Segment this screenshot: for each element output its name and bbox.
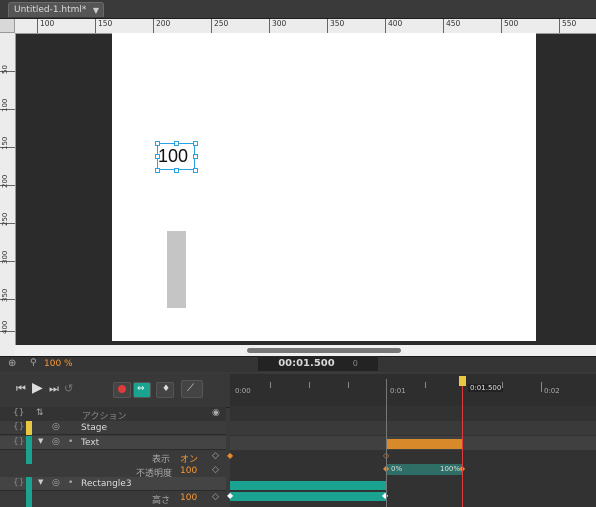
ruler-label: 100: [1, 98, 9, 112]
sort-icon[interactable]: ⇅: [36, 408, 44, 418]
ruler-horizontal: 100 150 200 250 300 350 400 450 500 550: [15, 19, 596, 34]
ruler-corner: [0, 19, 15, 33]
ruler-label: 300: [269, 19, 286, 33]
keyframe-toggle-icon[interactable]: ◇: [212, 465, 219, 475]
resize-handle[interactable]: [155, 168, 160, 173]
property-value[interactable]: 100: [180, 466, 197, 476]
auto-transition-button[interactable]: ⇔: [133, 382, 151, 398]
text-animation-bar[interactable]: [386, 439, 463, 449]
resize-handle[interactable]: [174, 168, 179, 173]
ruler-label: 250: [211, 19, 228, 33]
property-row-visibility[interactable]: 表示 オン ◇: [26, 450, 226, 478]
playhead-line[interactable]: [462, 378, 463, 507]
opacity-start-label: 0%: [391, 465, 403, 473]
go-to-end-icon[interactable]: ⏭: [49, 382, 59, 396]
layer-name: Text: [81, 438, 100, 448]
go-to-start-icon[interactable]: ⏮: [16, 382, 26, 396]
document-tab-title: Untitled-1.html*: [14, 5, 87, 15]
layer-name: Stage: [81, 423, 108, 433]
height-transition-bar[interactable]: [230, 492, 386, 501]
loop-icon[interactable]: ↺: [64, 382, 73, 395]
braces-icon[interactable]: {}: [13, 422, 24, 432]
keyframe-diamond[interactable]: ◆: [227, 491, 233, 500]
resize-handle[interactable]: [193, 168, 198, 173]
pin-button[interactable]: ♦: [156, 382, 174, 398]
braces-icon: {}: [13, 408, 25, 418]
layer-row-stage[interactable]: {} ◎ Stage: [0, 421, 226, 435]
ruler-label: 350: [1, 288, 9, 302]
target-icon[interactable]: ◉: [212, 408, 220, 418]
eye-icon[interactable]: ◎: [52, 422, 60, 432]
ruler-vertical: 50 100 150 200 250 300 350 400: [0, 33, 16, 358]
ruler-label: 300: [1, 250, 9, 264]
play-icon[interactable]: ▶: [32, 380, 43, 396]
auto-keyframe-button[interactable]: [113, 382, 131, 398]
easing-button[interactable]: ⟋: [181, 380, 203, 398]
ruler-label: 350: [327, 19, 344, 33]
eye-icon[interactable]: ◎: [52, 437, 60, 447]
timecode-display[interactable]: 00:01.500 0: [258, 356, 378, 371]
ruler-label: 150: [95, 19, 112, 33]
layers-header: {} ⇅ アクション ◉: [0, 407, 226, 422]
ruler-label: 250: [1, 212, 9, 226]
stage-text-element[interactable]: 100: [158, 145, 198, 167]
collapse-arrow-icon[interactable]: ▼: [38, 437, 43, 445]
ruler-label: 550: [559, 19, 576, 33]
collapse-arrow-icon[interactable]: ▼: [38, 478, 43, 486]
transition-icon: ⇔: [137, 384, 145, 394]
keyframe-toggle-icon[interactable]: ◇: [212, 492, 219, 502]
timeline-ruler-label: 0:00: [235, 387, 251, 395]
record-icon: [118, 385, 126, 393]
timeline-playhead-label: 0:01.500: [468, 384, 504, 392]
property-value[interactable]: 100: [180, 493, 197, 503]
resize-handle[interactable]: [155, 154, 160, 159]
rectangle3-track-bar[interactable]: [230, 481, 386, 490]
braces-icon[interactable]: {}: [13, 478, 24, 488]
property-row-opacity[interactable]: 不透明度 100 ◇: [26, 464, 226, 479]
keyframe-diamond[interactable]: ◆: [227, 451, 233, 460]
lock-dot-icon[interactable]: •: [68, 478, 73, 488]
ruler-label: 450: [443, 19, 460, 33]
ruler-label: 400: [385, 19, 402, 33]
layer-color-swatch: [26, 436, 32, 450]
zoom-icon[interactable]: ⚲: [30, 358, 37, 368]
ruler-label: 100: [37, 19, 54, 33]
opacity-end-label: 100%: [440, 465, 461, 473]
layer-color-swatch: [26, 421, 32, 435]
keyframe-toggle-icon[interactable]: ◇: [212, 451, 219, 461]
resize-handle[interactable]: [193, 154, 198, 159]
horizontal-scrollbar-thumb[interactable]: [247, 348, 401, 353]
timecode: 00:01.500: [278, 358, 335, 369]
ruler-label: 50: [1, 65, 9, 74]
resize-handle[interactable]: [155, 141, 160, 146]
document-tab[interactable]: Untitled-1.html* ▼: [8, 2, 104, 17]
ruler-label: 150: [1, 136, 9, 150]
ruler-label: 200: [153, 19, 170, 33]
lock-dot-icon[interactable]: •: [68, 437, 73, 447]
timeline-ruler-label: 0:02: [544, 387, 560, 395]
easing-curve-icon: ⟋: [187, 383, 194, 394]
timecode-secondary: 0: [352, 359, 358, 368]
ruler-label: 500: [501, 19, 518, 33]
track-stage: [230, 421, 596, 435]
layer-row-text[interactable]: {} ▼ ◎ • Text: [0, 436, 226, 450]
resize-handle[interactable]: [174, 141, 179, 146]
crosshair-icon[interactable]: ⊕: [8, 358, 16, 369]
playhead-handle[interactable]: [459, 376, 466, 386]
eye-icon[interactable]: ◎: [52, 478, 60, 488]
timeline-ruler-label: 0:01: [390, 387, 406, 395]
layer-name: Rectangle3: [81, 479, 132, 489]
time-marker-line: [386, 379, 387, 507]
property-row-height[interactable]: 高さ 100 ◇: [32, 491, 226, 506]
rectangle3-element[interactable]: [167, 231, 186, 308]
ruler-label: 400: [1, 320, 9, 334]
resize-handle[interactable]: [193, 141, 198, 146]
ruler-label: 200: [1, 174, 9, 188]
tab-menu-icon[interactable]: ▼: [93, 3, 99, 18]
property-label: 高さ: [152, 496, 171, 506]
layer-row-rectangle3[interactable]: {} ▼ ◎ • Rectangle3: [0, 477, 226, 507]
braces-icon[interactable]: {}: [13, 437, 24, 447]
zoom-level[interactable]: 100 %: [44, 359, 73, 369]
pin-icon: ♦: [162, 384, 171, 394]
